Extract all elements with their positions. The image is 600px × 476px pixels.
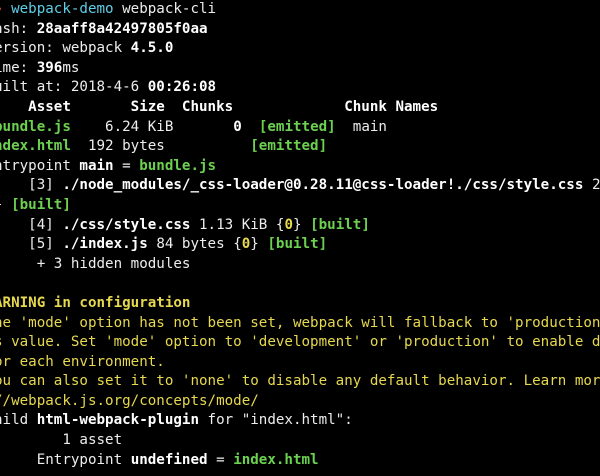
module-size: 84 bytes [156,236,225,253]
time-unit: ms [62,59,80,76]
module-path: ./css/style.css [62,216,191,233]
prompt-line: ❯ webpack-demo webpack-cli [0,0,600,20]
child-entry-file: index.html [233,451,319,468]
table-row: bundle.js 6.24 KiB 0 [emitted] main [0,118,600,138]
child-line: hild html-webpack-plugin for "index.html… [0,411,600,431]
child-asset-line: 1 asset [0,431,600,451]
asset-name: bundle.js [0,118,71,135]
module-id: [4] [28,216,54,233]
prompt-arrow-icon: ❯ [0,1,3,17]
time-label: ime: [0,59,29,76]
entrypoint-eq: = [113,157,140,174]
module-chunk: 0 [241,236,251,253]
module-status: [built] [267,236,328,253]
module-line: [5] ./index.js 84 bytes {0} [built] [28,236,328,253]
version-label: ersion: webpack [0,40,131,57]
time-value: 396 [36,59,63,76]
prompt-command: webpack-cli [122,1,217,17]
module-chunk: 0 [284,216,293,233]
warning-line: s value. Set 'mode' option to 'developme… [0,334,600,351]
module-size: 1.13 KiB [199,216,268,233]
entrypoint-name: main [79,157,114,174]
child-entrypoint-line: Entrypoint undefined = index.html [0,451,600,471]
module-id: [5] [28,236,54,253]
module-path: ./node_modules/_css-loader@0.28.11@css-l… [62,177,584,194]
child-entry-eq: = [207,451,234,468]
module-status: [built] [310,216,370,233]
module-status: [built] [11,196,71,213]
table-row: ndex.html 192 bytes [emitted] [0,137,600,157]
module-id: [3] [28,177,54,194]
built-at-line: uilt at: 2018-4-6 00:26:08 [0,78,600,98]
built-time: 00:26:08 [147,79,217,96]
asset-table-header: Asset Size Chunks Chunk Names [0,98,439,115]
warning-title: ARNING in configuration [0,294,191,311]
built-label: uilt at: 2018-4-6 [0,79,148,96]
version-value: 4.5.0 [130,40,174,57]
asset-chunk-name: main [352,118,387,135]
asset-size: 192 bytes [87,138,165,155]
hidden-modules-line: + 3 hidden modules [0,255,600,275]
asset-size: 6.24 KiB [105,118,174,135]
warning-line: he 'mode' option has not been set, webpa… [0,314,600,331]
child-label: hild [0,412,29,429]
asset-chunks: 0 [233,118,242,135]
entrypoint-line: ntrypoint main = bundle.js [0,157,600,177]
entrypoint-label: ntrypoint [0,157,80,174]
child-entry-label: Entrypoint [36,451,131,468]
hash-label: ash: [0,20,29,37]
warning-line: ou can also set it to 'none' to disable … [0,373,600,390]
child-asset-count: 1 asset [62,432,123,449]
terminal-window[interactable]: ❯ webpack-demo webpack-cli ash: 28aaff8a… [0,0,600,476]
asset-status: [emitted] [250,138,328,155]
hidden-modules: + 3 hidden modules [36,255,191,272]
prompt-directory: webpack-demo [11,1,114,17]
warning-line: //webpack.js.org/concepts/mode/ [0,392,259,409]
module-continuation: } [built] [0,196,600,216]
child-entry-name: undefined [130,451,208,468]
time-line: ime: 396ms [0,59,600,79]
entrypoint-file: bundle.js [139,157,217,174]
module-brace: } [0,197,11,213]
module-size: 225 by [591,177,600,194]
module-path: ./index.js [62,236,148,253]
hash-value: 28aaff8a42497805f0aa [36,20,208,37]
module-line: [4] ./css/style.css 1.13 KiB {0} [built] [28,216,370,233]
asset-name: ndex.html [0,138,71,155]
version-line: ersion: webpack 4.5.0 [0,39,600,59]
hash-line: ash: 28aaff8a42497805f0aa [0,20,600,40]
child-name: html-webpack-plugin [36,412,200,429]
child-rest: for "index.html": [199,412,353,429]
module-line: [3] ./node_modules/_css-loader@0.28.11@c… [0,176,600,196]
warning-line: or each environment. [0,353,165,370]
asset-status: [emitted] [258,118,336,135]
